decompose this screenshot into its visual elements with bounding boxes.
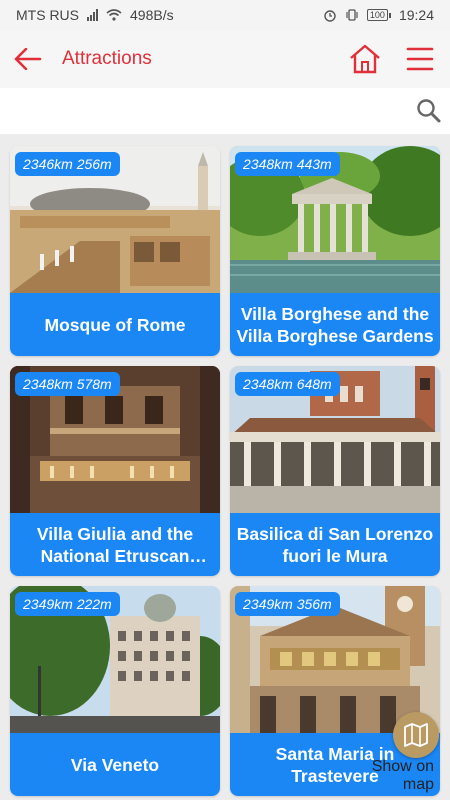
- page-title: Attractions: [62, 48, 152, 69]
- attraction-card[interactable]: 2348km 443m Villa Borghese and the Villa…: [230, 146, 440, 356]
- attraction-card[interactable]: 2349km 222m Via Veneto: [10, 586, 220, 796]
- status-bar: MTS RUS 498B/s 100 19:24: [0, 0, 450, 30]
- signal-icon: [87, 9, 98, 21]
- menu-button[interactable]: [404, 44, 436, 74]
- battery-level: 100: [366, 9, 388, 21]
- distance-badge: 2349km 222m: [15, 592, 120, 616]
- attraction-name: Via Veneto: [10, 733, 220, 796]
- home-icon: [350, 44, 380, 74]
- search-bar: [0, 88, 450, 134]
- attraction-card[interactable]: 2348km 578m Villa Giulia and the Nationa…: [10, 366, 220, 576]
- attraction-card[interactable]: 2346km 256m Mosque of Rome: [10, 146, 220, 356]
- search-icon: [417, 99, 441, 123]
- attraction-card[interactable]: 2348km 648m Basilica di San Lorenzo fuor…: [230, 366, 440, 576]
- map-icon: [404, 723, 428, 747]
- battery-icon: 100: [366, 9, 391, 21]
- show-on-map-label[interactable]: Show on map: [370, 758, 434, 794]
- app-bar: Attractions: [0, 30, 450, 88]
- home-button[interactable]: [348, 44, 382, 74]
- wifi-icon: [106, 9, 122, 21]
- carrier-name: MTS RUS: [16, 7, 79, 23]
- distance-badge: 2348km 443m: [235, 152, 340, 176]
- arrow-left-icon: [14, 48, 42, 70]
- clock: 19:24: [398, 7, 434, 23]
- distance-badge: 2346km 256m: [15, 152, 120, 176]
- show-on-map-button[interactable]: [393, 712, 439, 758]
- back-button[interactable]: [0, 30, 56, 88]
- attraction-name: Villa Borghese and the Villa Borghese Ga…: [230, 293, 440, 356]
- search-input[interactable]: [10, 94, 400, 128]
- attraction-name: Mosque of Rome: [10, 293, 220, 356]
- distance-badge: 2348km 648m: [235, 372, 340, 396]
- attractions-grid: 2346km 256m Mosque of Rome 2348km 443m V…: [0, 134, 450, 800]
- alarm-icon: [324, 10, 336, 22]
- network-speed: 498B/s: [130, 7, 174, 23]
- distance-badge: 2348km 578m: [15, 372, 120, 396]
- vibrate-icon: [346, 9, 358, 21]
- search-button[interactable]: [416, 98, 442, 124]
- hamburger-menu-icon: [406, 47, 434, 71]
- attraction-name: Basilica di San Lorenzo fuori le Mura: [230, 513, 440, 576]
- attraction-name: Villa Giulia and the National Etruscan M…: [10, 513, 220, 576]
- distance-badge: 2349km 356m: [235, 592, 340, 616]
